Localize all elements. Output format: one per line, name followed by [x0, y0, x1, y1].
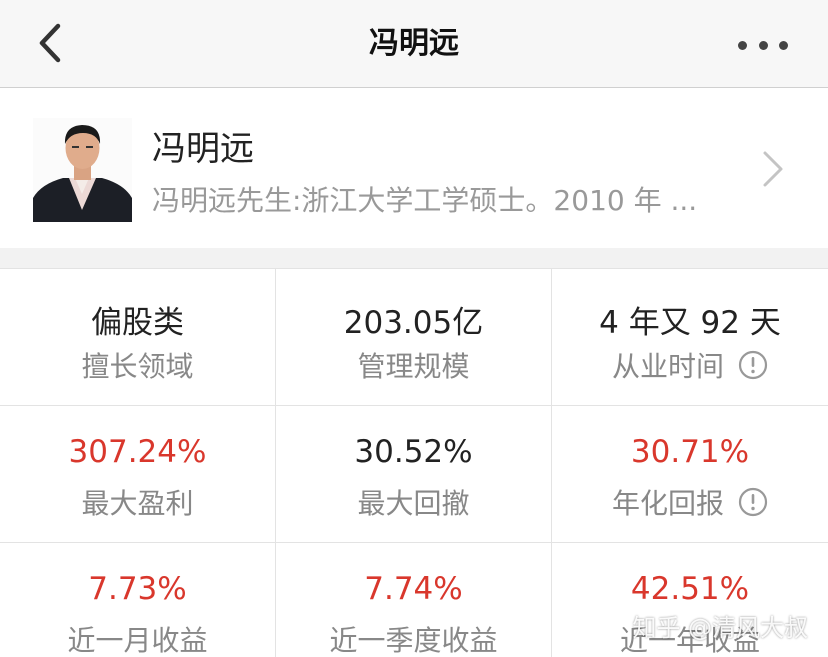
stat-label: 近一月收益	[67, 624, 208, 657]
manager-bio: 冯明远先生:浙江大学工学硕士。2010 年 ...	[152, 184, 698, 217]
section-divider	[0, 248, 828, 268]
stat-value: 30.52%	[354, 434, 473, 470]
stats-grid: 偏股类 擅长领域 203.05亿 管理规模 4 年又 92 天 从业时间 307…	[0, 268, 828, 657]
stat-label: 最大回撤	[357, 487, 470, 520]
info-circle-icon[interactable]	[738, 350, 768, 380]
stat-label-row: 年化回报	[552, 482, 828, 522]
page-title: 冯明远	[369, 26, 459, 61]
stat-value: 偏股类	[91, 305, 184, 341]
stat-max-profit: 307.24% 最大盈利	[0, 406, 276, 543]
chevron-right-icon	[763, 151, 783, 187]
stat-3m-return: 7.74% 近一季度收益	[276, 543, 552, 657]
stat-expertise: 偏股类 擅长领域	[0, 269, 276, 406]
stat-value: 7.73%	[88, 571, 187, 607]
watermark: 知乎 @清风大叔	[632, 614, 808, 642]
more-button[interactable]	[738, 28, 788, 62]
manager-name: 冯明远	[152, 129, 254, 169]
stat-max-drawdown: 30.52% 最大回撤	[276, 406, 552, 543]
stat-value: 42.51%	[630, 571, 750, 607]
stat-fund-size: 203.05亿 管理规模	[276, 269, 552, 406]
more-horizontal-icon	[738, 40, 747, 50]
stat-label: 最大盈利	[81, 487, 194, 520]
stat-label: 从业时间	[611, 350, 724, 383]
stat-value: 4 年又 92 天	[599, 305, 781, 341]
stat-1m-return: 7.73% 近一月收益	[0, 543, 276, 657]
stat-label-row: 从业时间	[552, 345, 828, 385]
stat-label: 管理规模	[357, 350, 470, 383]
avatar	[33, 118, 132, 222]
stat-value: 203.05亿	[343, 305, 484, 341]
manager-profile-card[interactable]: 冯明远 冯明远先生:浙江大学工学硕士。2010 年 ...	[0, 89, 828, 248]
stat-label: 擅长领域	[81, 350, 194, 383]
stat-tenure: 4 年又 92 天 从业时间	[552, 269, 828, 406]
stat-annualized-return: 30.71% 年化回报	[552, 406, 828, 543]
stat-value: 30.71%	[630, 434, 750, 470]
info-circle-icon[interactable]	[738, 487, 768, 517]
stat-value: 7.74%	[364, 571, 463, 607]
nav-bar: 冯明远	[0, 0, 828, 88]
stat-label: 近一季度收益	[329, 624, 498, 657]
stat-label: 年化回报	[611, 487, 724, 520]
stat-value: 307.24%	[68, 434, 207, 470]
